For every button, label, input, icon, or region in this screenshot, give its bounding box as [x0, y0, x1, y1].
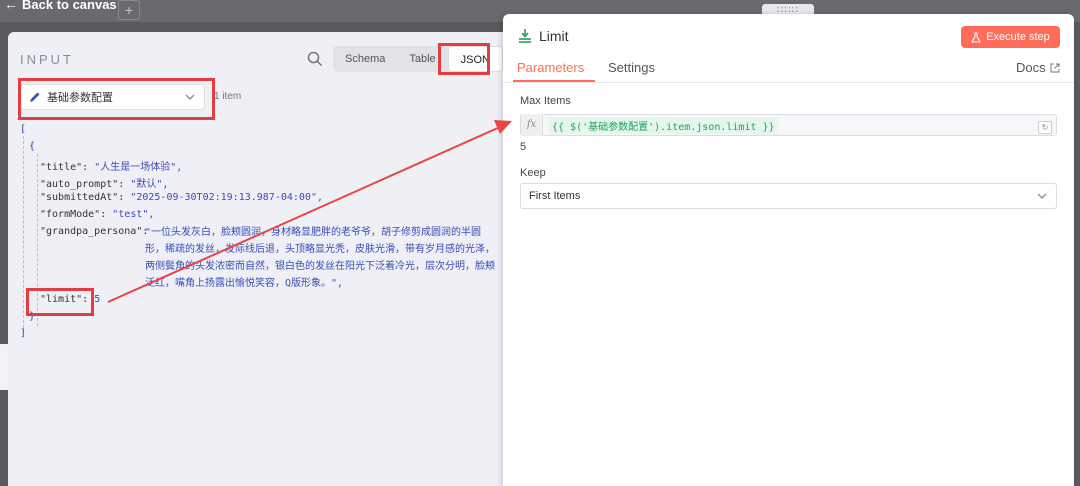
- tab-schema[interactable]: Schema: [333, 46, 397, 72]
- input-panel: INPUT Schema Table JSON 基础参数配置 1 item [ …: [8, 32, 508, 486]
- keep-label: Keep: [520, 167, 546, 179]
- limit-field-highlight: [26, 288, 94, 316]
- fx-icon: fx: [521, 114, 543, 136]
- json-key: "formMode":: [40, 209, 107, 220]
- back-to-canvas-label: Back to canvas: [22, 0, 117, 12]
- json-tab-highlight: [438, 43, 490, 75]
- json-value: "人生是一场体验",: [94, 162, 183, 173]
- json-key: "title":: [40, 162, 89, 173]
- limit-node-panel: Limit Execute step Parameters Settings D…: [503, 14, 1074, 486]
- node-select-highlight: [18, 78, 215, 120]
- docs-label: Docs: [1016, 60, 1046, 75]
- json-value-grandpa-persona: "一位头发灰白，脸颊圆润，身材略显肥胖的老爷爷，胡子修剪成圆润的半圆形，稀疏的发…: [145, 227, 495, 289]
- json-key: "submittedAt":: [40, 192, 125, 203]
- docs-link[interactable]: Docs: [1016, 60, 1060, 75]
- json-row-title[interactable]: "title": "人生是一场体验",: [40, 158, 182, 173]
- expression-result: 5: [520, 141, 527, 153]
- tab-settings[interactable]: Settings: [608, 60, 655, 75]
- json-key: "grandpa_persona":: [40, 226, 149, 237]
- json-row-form-mode[interactable]: "formMode": "test",: [40, 209, 154, 220]
- json-close-bracket: ]: [20, 328, 27, 339]
- external-link-icon: [1050, 63, 1060, 72]
- limit-icon: [519, 29, 531, 43]
- json-open-bracket: [: [20, 124, 27, 135]
- json-open-brace: {: [29, 141, 36, 152]
- item-count: 1 item: [214, 91, 242, 102]
- max-items-expression-input[interactable]: fx {{ $('基础参数配置').item.json.limit }} ↻: [520, 114, 1057, 136]
- json-value: "2025-09-30T02:19:13.987-04:00",: [130, 192, 323, 203]
- flask-icon: [971, 31, 982, 43]
- tabs-divider: [503, 82, 1074, 83]
- node-title: Limit: [539, 28, 569, 44]
- json-row-grandpa-persona-key[interactable]: "grandpa_persona":: [40, 226, 148, 237]
- keep-select[interactable]: First Items: [520, 183, 1057, 209]
- input-panel-title: INPUT: [20, 52, 74, 67]
- json-row-auto-prompt[interactable]: "auto_prompt": "默认",: [40, 175, 168, 190]
- json-value: "默认",: [130, 179, 169, 190]
- json-key: "auto_prompt":: [40, 179, 125, 190]
- json-value: "test",: [112, 209, 155, 220]
- json-value: 5: [94, 294, 101, 305]
- search-icon[interactable]: [306, 50, 324, 68]
- max-items-label: Max Items: [520, 95, 571, 107]
- json-indent-guide: [23, 136, 24, 328]
- add-node-button[interactable]: +: [118, 0, 140, 20]
- execute-step-button[interactable]: Execute step: [961, 26, 1060, 48]
- expression-reset-icon[interactable]: ↻: [1038, 121, 1052, 134]
- back-to-canvas-link[interactable]: ← Back to canvas: [4, 0, 117, 12]
- expression-text: {{ $('基础参数配置').item.json.limit }}: [549, 116, 778, 134]
- keep-select-value: First Items: [529, 190, 581, 202]
- json-row-submitted-at[interactable]: "submittedAt": "2025-09-30T02:19:13.987-…: [40, 192, 323, 203]
- execute-step-label: Execute step: [986, 31, 1050, 43]
- tab-parameters[interactable]: Parameters: [517, 60, 584, 75]
- arrow-left-icon: ←: [4, 0, 18, 12]
- chevron-down-icon: [1037, 193, 1047, 199]
